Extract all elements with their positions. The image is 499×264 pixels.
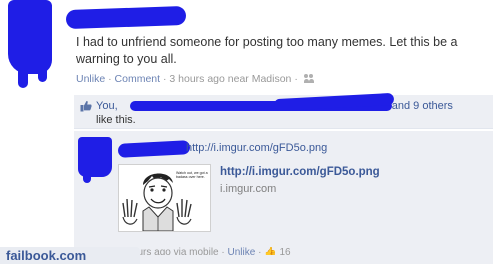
redacted-profile-picture-drip — [18, 60, 28, 88]
redacted-commenter-name — [117, 140, 191, 158]
redacted-poster-name — [65, 5, 187, 30]
likes-others-link[interactable]: and 9 others — [392, 100, 453, 112]
comment-url-link[interactable]: http://i.imgur.com/gFD5o.png — [186, 142, 327, 154]
comment-unlike-link[interactable]: Unlike — [228, 247, 256, 255]
comment-link[interactable]: Comment — [115, 73, 161, 85]
comment-meta: 3 hours ago via mobile · Unlike · 👍 16 — [118, 247, 291, 255]
likes-suffix: like this. — [96, 114, 136, 126]
comment-like-icon: 👍 — [264, 247, 277, 255]
redacted-commenter-picture-drip — [83, 171, 91, 183]
attachment-domain: i.imgur.com — [220, 183, 277, 195]
attachment-title-link[interactable]: http://i.imgur.com/gFD5o.png — [220, 166, 380, 178]
meme-image[interactable]: Watch out, we got a badass over here. — [118, 164, 211, 232]
comment-box: http://i.imgur.com/gFD5o.png Watch out, … — [74, 131, 493, 264]
separator: · — [162, 73, 167, 85]
post-text: I had to unfriend someone for posting to… — [76, 35, 458, 66]
meme-caption: Watch out, we got a badass over here. — [176, 171, 208, 180]
friends-icon — [303, 74, 314, 83]
likes-box: You, and 9 others like this. — [74, 92, 493, 129]
redacted-profile-picture-drip — [38, 62, 47, 82]
post-actions: Unlike · Comment · 3 hours ago near Madi… — [76, 73, 314, 85]
post-timestamp: 3 hours ago near Madison — [169, 73, 292, 85]
likes-you[interactable]: You, — [96, 100, 118, 112]
unlike-link[interactable]: Unlike — [76, 73, 105, 85]
watermark-text: failbook.com — [6, 248, 87, 263]
failbook-watermark: failbook.com — [0, 247, 140, 264]
separator: · — [108, 73, 112, 85]
thumbs-up-icon — [80, 100, 92, 112]
comment-like-count: 16 — [279, 247, 291, 255]
separator: · — [294, 73, 298, 85]
